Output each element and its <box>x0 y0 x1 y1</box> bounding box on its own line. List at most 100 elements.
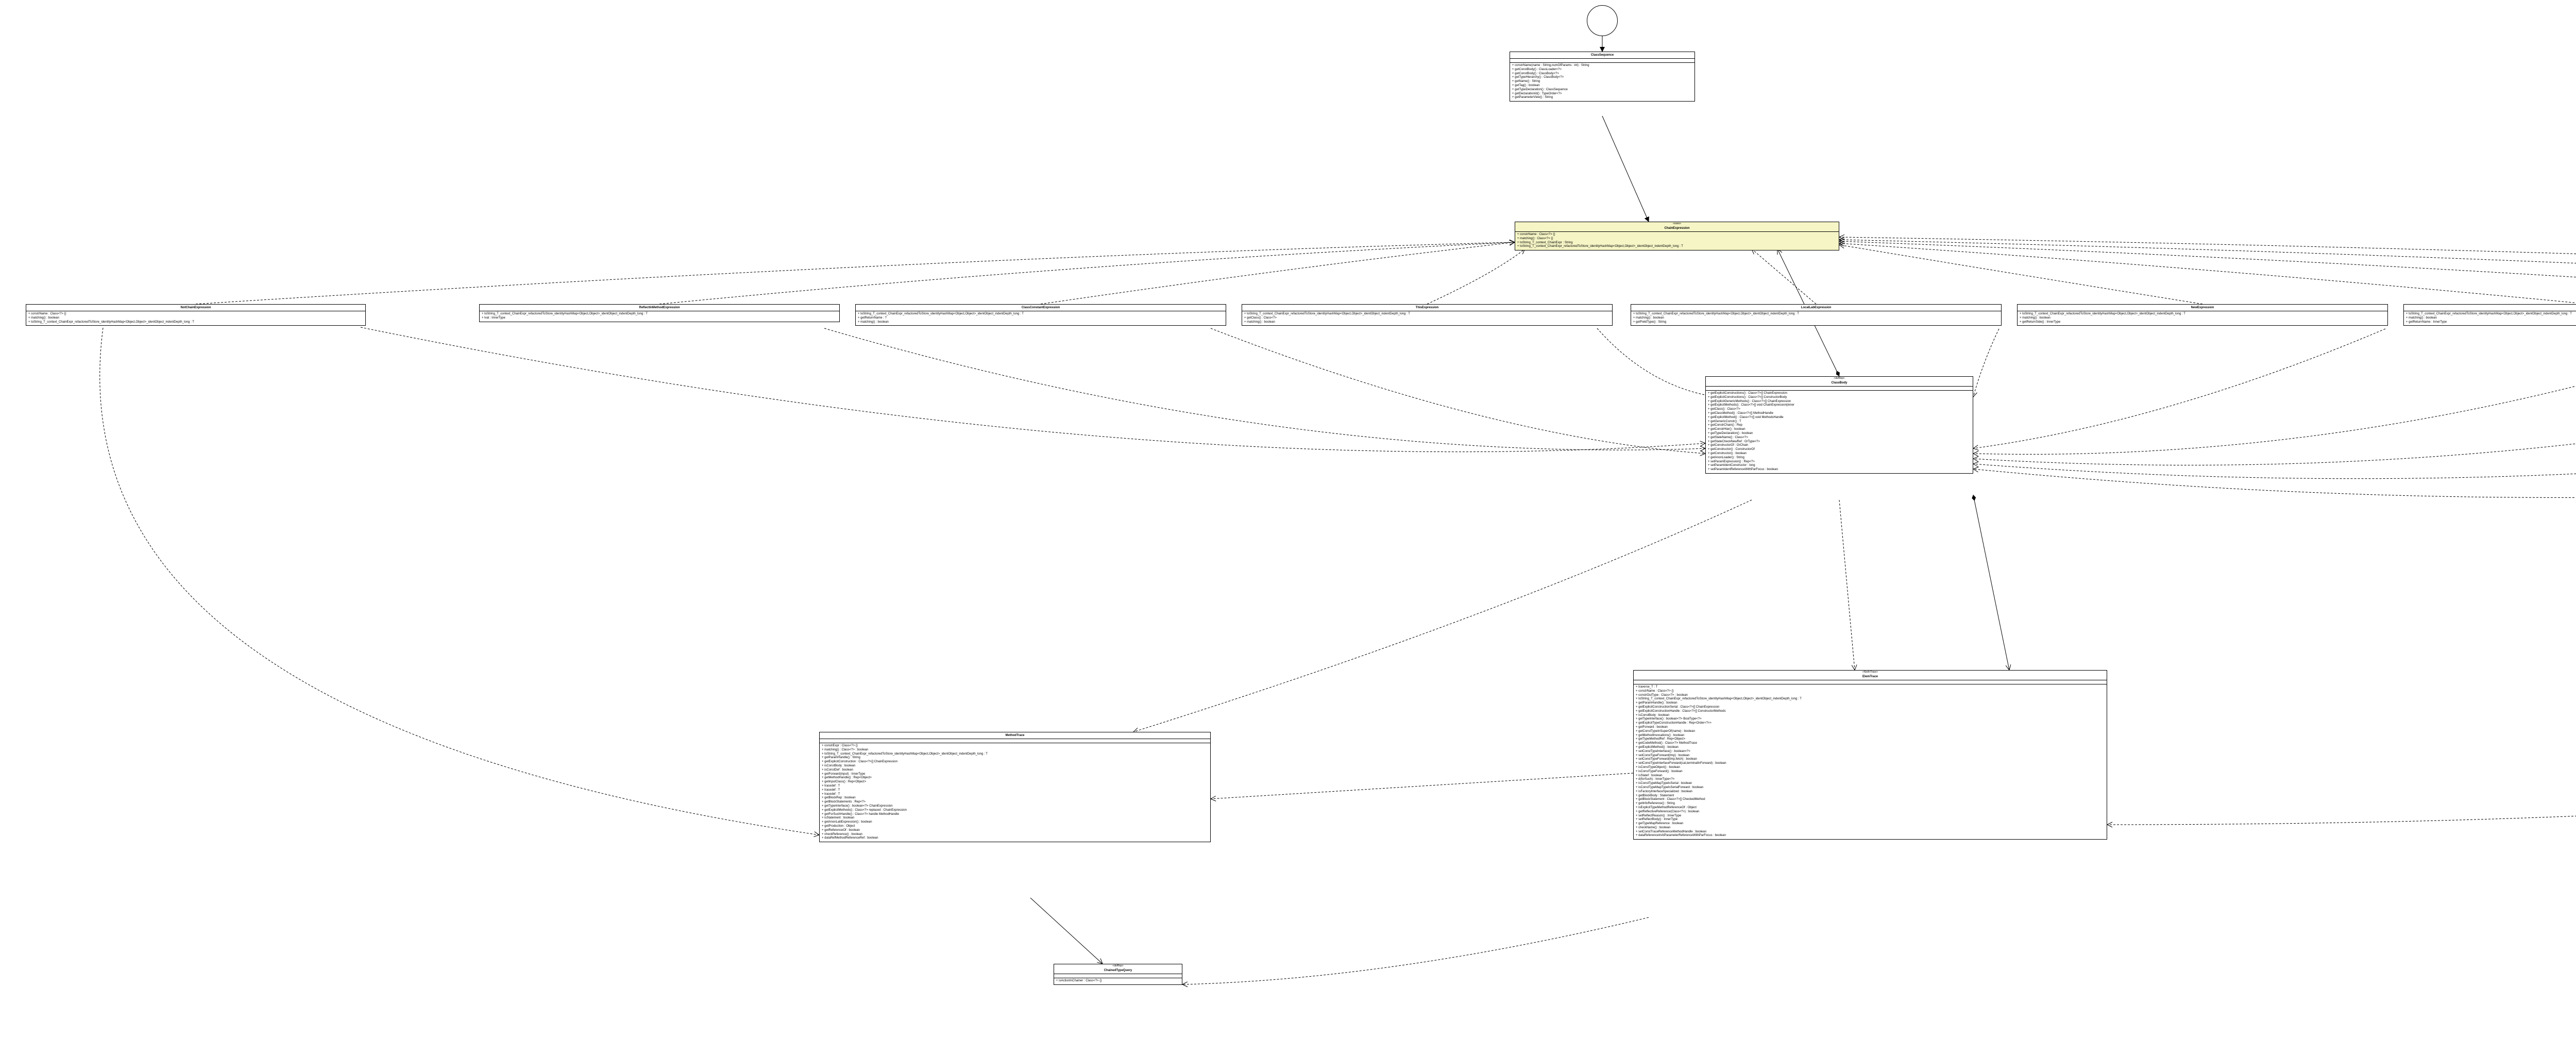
class-FieldExpression: FieldExpression + toString_T_context_Cha… <box>2403 304 2576 326</box>
class-member: + constrName : Class<?> {} <box>28 312 363 316</box>
class-member: + getParamHandle() : String <box>822 756 1208 760</box>
class-member: + getExplicitMethods() : Class<?> replac… <box>822 809 1208 813</box>
class-MethodTrace: MethodTrace + constrExpr : Class<?> {}+ … <box>819 732 1211 842</box>
class-member: + isStatef : boolean <box>1636 774 2105 778</box>
class-member: + toString_T_context_ChainExpr_refactore… <box>1244 312 1610 316</box>
class-member: + toString_T_context_ChainExpr_refactore… <box>28 321 363 325</box>
class-member: + getClass() : Class<?> <box>1244 316 1610 321</box>
class-member: + getTypeDeclaration() : ClassSequence <box>1512 88 1692 92</box>
class-member: + getConstTypeInSuperOf(name) : boolean <box>1636 730 2105 734</box>
methods-section: + traverse_T : T+ constrName : Class<?> … <box>1634 684 2107 839</box>
class-title: NotChainExpression <box>26 305 365 311</box>
class-ChainExpression: «uses» ChainExpression + constrName : Cl… <box>1515 222 1839 250</box>
class-member: + getClass() : Class<?> <box>1708 408 1971 412</box>
class-member: + getCodeMethod() : Class<?> MethodTrace <box>1636 742 2105 746</box>
class-member: + setReflectBody() : InnerType <box>1636 818 2105 822</box>
class-member: + getTypeHierarchy() : ClassBody<?> <box>1512 76 1692 80</box>
class-title: NewExpression <box>2018 305 2387 311</box>
class-member: + setConstTypeForward(tmp) : boolean <box>1636 754 2105 758</box>
class-member: + getMethodInvocations() : boolean <box>1636 734 2105 738</box>
class-member: + setParamExpression() : Rep<?> <box>1708 460 1971 464</box>
class-member: + toString_T_context_ChainExpr_refactore… <box>1633 312 1999 316</box>
methods-section: + isActionInChainer : Class<?> {} <box>1054 978 1182 984</box>
class-member: + getExplicitGenericMethods() : Class<?>… <box>1708 400 1971 404</box>
methods-section: + constrName : Class<?> {}+ matching() :… <box>1515 232 1839 250</box>
attr-section <box>1510 59 1694 63</box>
class-title: ReflectInMethodExpression <box>480 305 839 311</box>
class-member: + isConstDef : boolean <box>822 768 1208 773</box>
class-member: + getConstructorOf : OrChain <box>1708 444 1971 448</box>
class-member: + toString_T_context_ChainExpr_refactore… <box>858 312 1224 316</box>
class-member: + matching() : boolean <box>2406 316 2576 321</box>
class-ThisExpression: ThisExpression + toString_T_context_Chai… <box>1242 304 1613 326</box>
class-member: + getReturnName : InnerType <box>2406 321 2576 325</box>
class-member: + dataRefMethodReferenceRef : boolean <box>822 837 1208 841</box>
class-ClassConstantExpression: ClassConstantExpression + toString_T_con… <box>855 304 1226 326</box>
class-member: + isConstTypeMapTypeIsSerial : boolean <box>1636 782 2105 786</box>
class-title: ChainedTypeQuery <box>1054 967 1182 974</box>
class-member: + getAnonLoader() : String <box>1708 456 1971 460</box>
class-member: + matching() : boolean <box>1633 316 1999 321</box>
class-member: + tracedef : T <box>822 789 1208 793</box>
class-member: + getBlockBody : Statement <box>1636 794 2105 798</box>
class-member: + getExplicitConstructionHandle : Class<… <box>1636 710 2105 714</box>
class-ClassBody: «delRep» ClassBody + getExplicitConstruc… <box>1705 376 1973 474</box>
class-member: + isFactoryInterfaceSpecialized : boolea… <box>1636 790 2105 794</box>
class-NotChainExpression: NotChainExpression + constrName : Class<… <box>26 304 366 326</box>
class-member: + toString_T_context_ChainExpr_refactore… <box>1636 697 2105 701</box>
class-member: + getTypeMethodRef : Rep<Object> <box>1636 738 2105 742</box>
methods-section: + toString_T_context_ChainExpr_refactore… <box>480 311 839 322</box>
class-member: + constrName(name : String,numOfParams :… <box>1512 64 1692 68</box>
class-member: + constrOutType : Class<?> : boolean <box>1636 694 2105 698</box>
class-member: + getReferenceOf : boolean <box>822 829 1208 833</box>
class-member: + getTypeMapReference : boolean <box>1636 822 2105 826</box>
class-member: + matching() : Class<?> {} <box>1517 237 1837 241</box>
class-ClassSequence: ClassSequence + constrName(name : String… <box>1510 52 1695 102</box>
class-member: + getExplicitMethod() : boolean <box>1636 746 2105 750</box>
class-title: MethodTrace <box>820 732 1210 739</box>
attr-section <box>1054 974 1182 978</box>
class-member: + tracedef : T <box>822 784 1208 789</box>
class-member: + getExplicitConstructions() : Class<?>[… <box>1708 392 1971 396</box>
class-member: + constrName : Class<?> {} <box>1517 233 1837 237</box>
class-member: + toString_T_context_ChainExpr_refactore… <box>2020 312 2385 316</box>
class-member: + getExplicitMethod() : Class<?>[] void … <box>1708 416 1971 420</box>
class-member: + isConstBody : boolean <box>822 764 1208 768</box>
class-member: + getBlockRep : boolean <box>822 796 1208 800</box>
class-member: + toString_T_context_ChainExpr_refactore… <box>482 312 837 316</box>
class-member: + getExplicitConstructionSerial : Class<… <box>1636 706 2105 710</box>
class-title: ThisExpression <box>1242 305 1612 311</box>
class-member: + getExplicitConstruction : Class<?>[] C… <box>822 760 1208 764</box>
class-member: + getTag() : boolean <box>1512 84 1692 88</box>
class-member: + getForSuchHandle() : Class<?> handle M… <box>822 813 1208 817</box>
class-member: + setConstTypeInterface() : boolean<?> <box>1636 750 2105 754</box>
attr-section <box>1706 387 1973 391</box>
class-member: + isConstTypeMapTypeIsSerialForward : bo… <box>1636 786 2105 790</box>
methods-section: + toString_T_context_ChainExpr_refactore… <box>856 311 1226 325</box>
class-member: + getStateName() : Class<?> <box>1708 436 1971 440</box>
class-member: + checkName() : boolean <box>1636 826 2105 830</box>
class-member: + setConstTraceReferenceMethodHandle : b… <box>1636 830 2105 834</box>
attr-section <box>820 739 1210 743</box>
class-member: + getConstrHier() : boolean <box>1708 428 1971 432</box>
class-member: + getParameterView() : String <box>1512 96 1692 100</box>
class-member: + isConstTypeObject() : boolean <box>1636 766 2105 770</box>
class-member: + matching() : boolean <box>2020 316 2385 321</box>
class-member: + getConstBody() : ClassLoader<?> <box>1512 68 1692 72</box>
class-member: + dataReferenceInAtParameterReferenceWit… <box>1636 834 2105 838</box>
class-member: + getReturnSide() : InnerType <box>2020 321 2385 325</box>
class-member: + getInfoReference() : String <box>1636 802 2105 806</box>
class-member: + getStateCheckNewRef : OrType<?> <box>1708 440 1971 444</box>
class-member: + tracedef : T <box>822 793 1208 797</box>
class-ChainedTypeQuery: «delRep» ChainedTypeQuery + isActionInCh… <box>1054 964 1182 985</box>
class-member: + getGenericConstr() : T <box>1708 420 1971 424</box>
class-member: + isActionInChainer : Class<?> {} <box>1056 979 1180 983</box>
class-member: + getExplicitMethods() : Class<?>[] void… <box>1708 404 1971 408</box>
attr-section <box>1634 680 2107 684</box>
class-member: + setConstTypeForward(tmp,fetch) : boole… <box>1636 758 2105 762</box>
class-member: + getTypeInterface() : boolean<?> BoolTy… <box>1636 717 2105 722</box>
root-node <box>1587 5 1618 36</box>
class-member: + setConstTypeInterfaceForward(cat,termi… <box>1636 762 2105 766</box>
class-member: + getExplicitConstructions() : Class<?>[… <box>1708 396 1971 400</box>
class-member: + toString_T_context_ChainExpr_refactore… <box>1517 245 1837 249</box>
